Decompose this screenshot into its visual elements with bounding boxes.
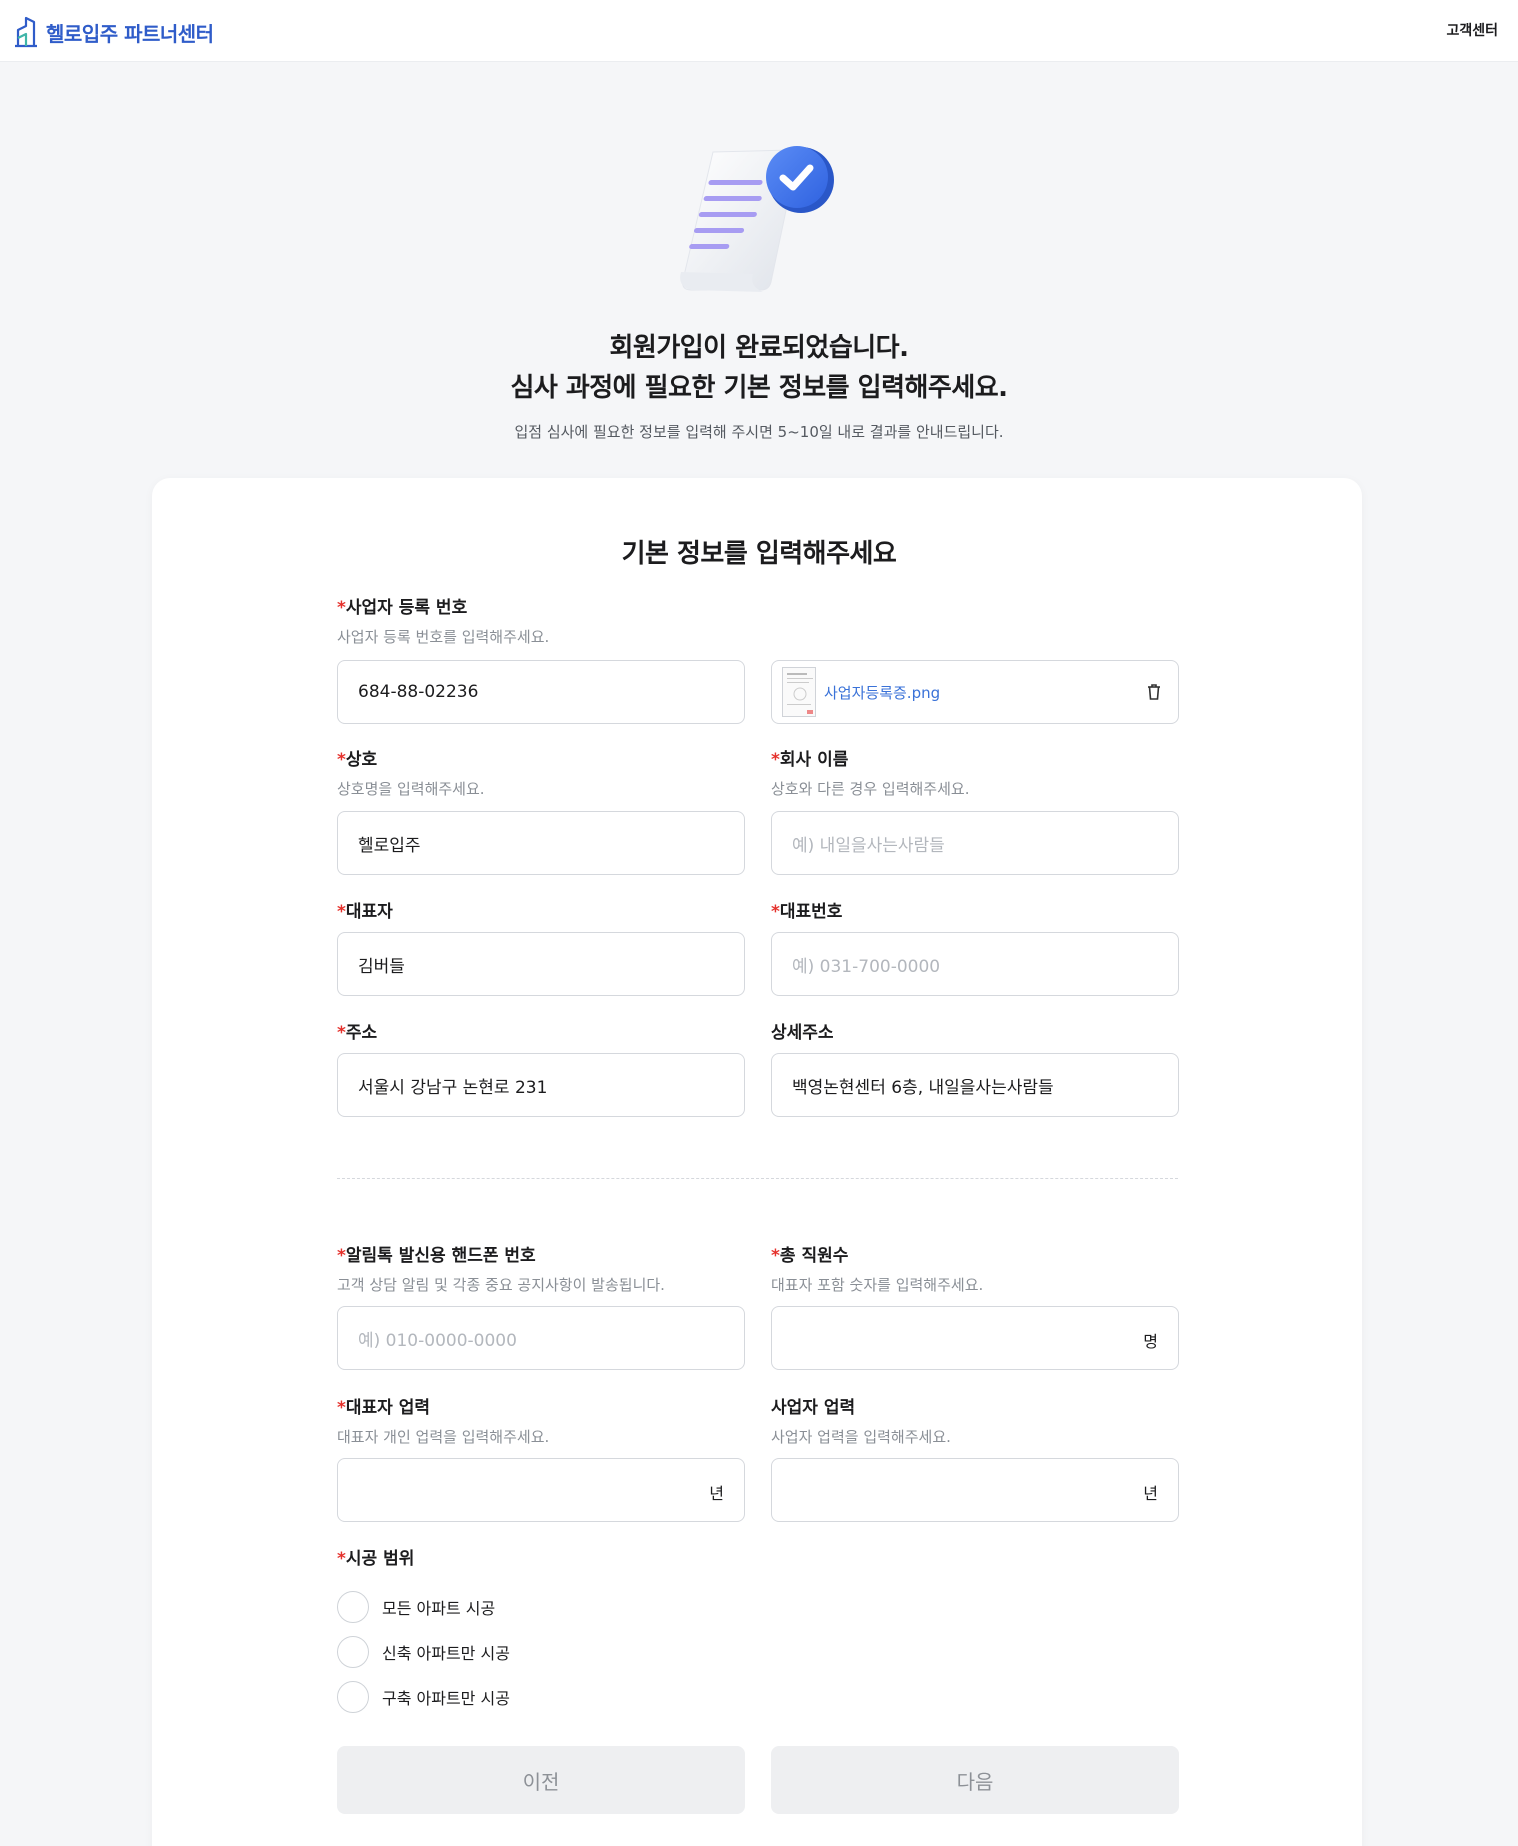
business-license-file-name[interactable]: 사업자등록증.png: [824, 682, 940, 703]
prev-button[interactable]: 이전: [337, 1746, 745, 1814]
business-number-input[interactable]: 684-88-02236: [337, 660, 745, 724]
business-license-file[interactable]: 사업자등록증.png: [771, 660, 1179, 724]
scope-option-label: 신축 아파트만 시공: [382, 1644, 510, 1663]
main-phone-placeholder: 예) 031-700-0000: [792, 956, 941, 977]
business-number-field: *사업자 등록 번호 사업자 등록 번호를 입력해주세요.: [337, 596, 549, 648]
radio-button[interactable]: [337, 1591, 369, 1623]
form-card: [152, 478, 1362, 1846]
address-value: 서울시 강남구 논현로 231: [358, 1077, 548, 1098]
trade-name-value: 헬로입주: [358, 835, 421, 856]
address-field: *주소: [337, 1021, 377, 1045]
next-button[interactable]: 다음: [771, 1746, 1179, 1814]
trade-name-field: *상호 상호명을 입력해주세요.: [337, 748, 485, 800]
business-career-label: 사업자 업력: [771, 1398, 856, 1418]
scope-field: *시공 범위: [337, 1547, 414, 1571]
employees-help: 대표자 포함 숫자를 입력해주세요.: [771, 1276, 984, 1294]
trash-icon[interactable]: [1146, 683, 1162, 706]
document-thumbnail-icon: [782, 667, 816, 717]
employees-input[interactable]: 명: [771, 1306, 1179, 1370]
hero-title-line1: 회원가입이 완료되었습니다.: [609, 333, 909, 363]
ceo-career-unit: 년: [709, 1484, 724, 1503]
logo-text: 헬로입주 파트너센터: [46, 21, 214, 46]
main-phone-label: *대표번호: [771, 902, 843, 922]
ceo-value: 김버들: [358, 956, 405, 977]
trade-name-help: 상호명을 입력해주세요.: [337, 780, 485, 798]
business-number-value: 684-88-02236: [358, 682, 479, 702]
ceo-career-field: *대표자 업력 대표자 개인 업력을 입력해주세요.: [337, 1396, 549, 1448]
business-career-input[interactable]: 년: [771, 1458, 1179, 1522]
business-number-label: *사업자 등록 번호: [337, 598, 468, 618]
company-name-help: 상호와 다른 경우 입력해주세요.: [771, 780, 970, 798]
building-logo-icon: [14, 16, 38, 48]
hero-title: 회원가입이 완료되었습니다. 심사 과정에 필요한 기본 정보를 입력해주세요.: [0, 328, 1518, 408]
scope-option-all[interactable]: 모든 아파트 시공: [337, 1591, 495, 1623]
hero-subtitle: 입점 심사에 필요한 정보를 입력해 주시면 5~10일 내로 결과를 안내드립…: [514, 423, 1004, 441]
address-detail-value: 백영논현센터 6층, 내일을사는사람들: [792, 1077, 1054, 1098]
trade-name-label: *상호: [337, 750, 378, 770]
company-name-label: *회사 이름: [771, 750, 849, 770]
business-career-help: 사업자 업력을 입력해주세요.: [771, 1428, 951, 1446]
radio-button[interactable]: [337, 1681, 369, 1713]
radio-button[interactable]: [337, 1636, 369, 1668]
business-career-field: 사업자 업력 사업자 업력을 입력해주세요.: [771, 1396, 951, 1448]
scope-label: *시공 범위: [337, 1549, 415, 1569]
scope-option-new[interactable]: 신축 아파트만 시공: [337, 1636, 510, 1668]
ceo-field: *대표자: [337, 900, 393, 924]
section-divider: [337, 1178, 1178, 1179]
ceo-career-help: 대표자 개인 업력을 입력해주세요.: [337, 1428, 550, 1446]
address-detail-input[interactable]: 백영논현센터 6층, 내일을사는사람들: [771, 1053, 1179, 1117]
trade-name-input[interactable]: 헬로입주: [337, 811, 745, 875]
scope-option-label: 모든 아파트 시공: [382, 1599, 496, 1618]
company-name-placeholder: 예) 내일을사는사람들: [792, 835, 945, 856]
scope-option-old[interactable]: 구축 아파트만 시공: [337, 1681, 510, 1713]
form-title: 기본 정보를 입력해주세요: [621, 539, 897, 569]
ceo-input[interactable]: 김버들: [337, 932, 745, 996]
company-name-input[interactable]: 예) 내일을사는사람들: [771, 811, 1179, 875]
scope-option-label: 구축 아파트만 시공: [382, 1689, 510, 1708]
alimtalk-phone-field: *알림톡 발신용 핸드폰 번호 고객 상담 알림 및 각종 중요 공지사항이 발…: [337, 1244, 665, 1296]
hero-title-line2: 심사 과정에 필요한 기본 정보를 입력해주세요.: [510, 373, 1008, 403]
top-bar: 헬로입주 파트너센터 고객센터: [0, 0, 1518, 62]
address-detail-field: 상세주소: [771, 1021, 834, 1045]
main-phone-input[interactable]: 예) 031-700-0000: [771, 932, 1179, 996]
required-mark: *: [337, 598, 346, 618]
ceo-career-label: *대표자 업력: [337, 1398, 431, 1418]
alimtalk-phone-input[interactable]: 예) 010-0000-0000: [337, 1306, 745, 1370]
main-phone-field: *대표번호: [771, 900, 842, 924]
employees-unit: 명: [1143, 1332, 1158, 1351]
address-input[interactable]: 서울시 강남구 논현로 231: [337, 1053, 745, 1117]
company-name-field: *회사 이름 상호와 다른 경우 입력해주세요.: [771, 748, 969, 800]
alimtalk-phone-placeholder: 예) 010-0000-0000: [358, 1330, 517, 1351]
document-check-illustration: [673, 140, 843, 300]
support-link[interactable]: 고객센터: [1446, 20, 1498, 40]
business-career-unit: 년: [1143, 1484, 1158, 1503]
address-detail-label: 상세주소: [771, 1023, 834, 1043]
business-number-help: 사업자 등록 번호를 입력해주세요.: [337, 628, 550, 646]
ceo-label: *대표자: [337, 902, 393, 922]
alimtalk-phone-label: *알림톡 발신용 핸드폰 번호: [337, 1246, 536, 1266]
employees-field: *총 직원수 대표자 포함 숫자를 입력해주세요.: [771, 1244, 983, 1296]
ceo-career-input[interactable]: 년: [337, 1458, 745, 1522]
alimtalk-phone-help: 고객 상담 알림 및 각종 중요 공지사항이 발송됩니다.: [337, 1276, 665, 1294]
logo[interactable]: 헬로입주 파트너센터: [14, 16, 214, 48]
employees-label: *총 직원수: [771, 1246, 849, 1266]
address-label: *주소: [337, 1023, 378, 1043]
